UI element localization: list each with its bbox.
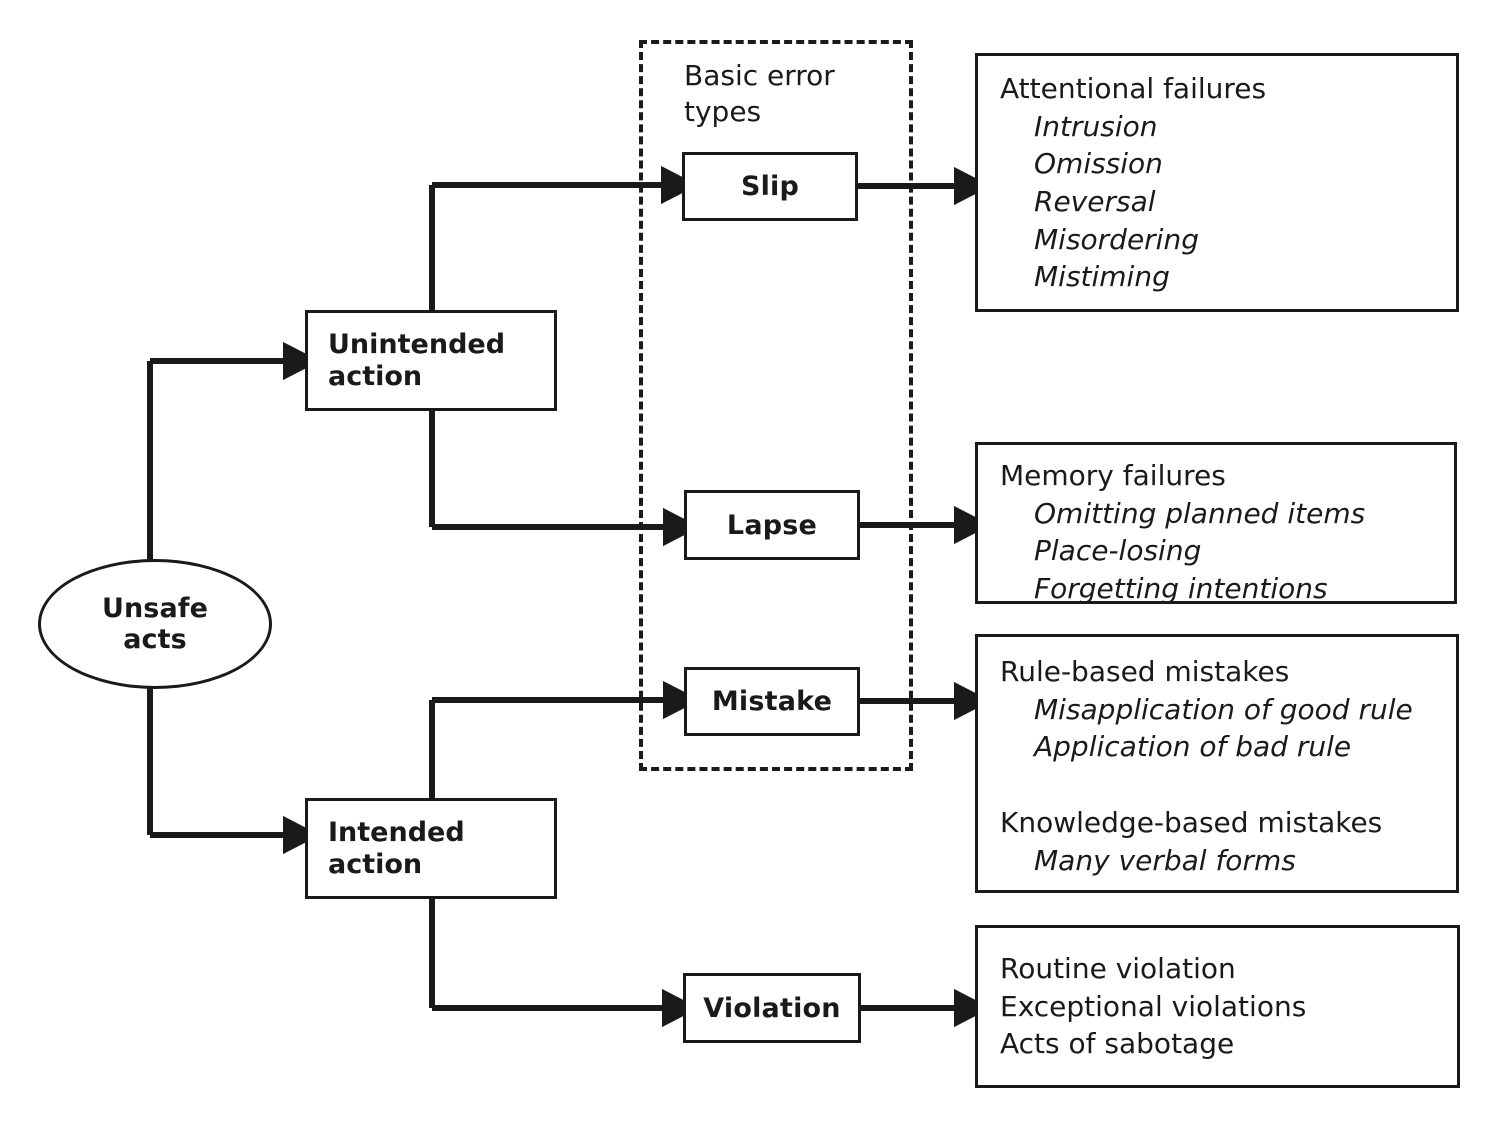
- node-intended-action-label: Intended action: [328, 816, 465, 880]
- panel-mistakes-item: Many verbal forms: [1034, 843, 1296, 877]
- node-mistake[interactable]: Mistake: [684, 667, 860, 736]
- node-unsafe-acts-label: Unsafe acts: [101, 592, 209, 655]
- panel-violations-line: Routine violation: [1000, 952, 1236, 985]
- panel-memory-heading: Memory failures: [1000, 459, 1226, 492]
- panel-attentional-item: Mistiming: [1034, 260, 1170, 294]
- panel-mistakes: Rule-based mistakes Misapplication of go…: [975, 634, 1459, 893]
- panel-violations: Routine violation Exceptional violations…: [975, 925, 1460, 1088]
- diagram-canvas: Basic error types Unsafe acts Unintended…: [0, 0, 1500, 1128]
- panel-mistakes-spacer: [1000, 766, 1440, 804]
- node-mistake-label: Mistake: [711, 686, 833, 717]
- panel-attentional-item: Omission: [1034, 147, 1163, 181]
- panel-mistakes-heading-knowledge-based: Knowledge-based mistakes: [1000, 805, 1383, 839]
- panel-mistakes-item: Application of bad rule: [1034, 730, 1352, 764]
- panel-mistakes-item: Misapplication of good rule: [1034, 692, 1413, 726]
- node-lapse-label: Lapse: [726, 509, 818, 541]
- panel-attentional-item: Intrusion: [1034, 109, 1158, 143]
- node-unintended-action[interactable]: Unintended action: [305, 310, 557, 411]
- node-intended-action[interactable]: Intended action: [305, 798, 557, 899]
- basic-error-types-group: [639, 40, 913, 771]
- panel-mistakes-heading-rule-based: Rule-based mistakes: [1000, 655, 1290, 688]
- panel-memory-item: Place-losing: [1034, 534, 1202, 568]
- panel-attentional-heading: Attentional failures: [1000, 72, 1267, 105]
- panel-violations-line: Acts of sabotage: [1000, 1027, 1235, 1061]
- panel-attentional-item: Misordering: [1034, 222, 1199, 256]
- node-unintended-action-label: Unintended action: [328, 328, 506, 392]
- panel-memory-item: Omitting planned items: [1034, 496, 1366, 530]
- node-lapse[interactable]: Lapse: [684, 490, 860, 560]
- node-slip-label: Slip: [740, 171, 800, 202]
- panel-memory-item: Forgetting intentions: [1034, 571, 1328, 605]
- panel-attentional-item: Reversal: [1034, 184, 1156, 218]
- node-violation-label: Violation: [703, 992, 841, 1024]
- panel-memory-failures: Memory failures Omitting planned items P…: [975, 442, 1457, 605]
- node-slip[interactable]: Slip: [682, 152, 858, 221]
- panel-attentional-failures: Attentional failures Intrusion Omission …: [975, 53, 1459, 312]
- node-violation[interactable]: Violation: [683, 973, 861, 1043]
- panel-violations-line: Exceptional violations: [1000, 989, 1307, 1023]
- basic-error-types-caption: Basic error types: [684, 59, 835, 129]
- node-unsafe-acts[interactable]: Unsafe acts: [38, 559, 272, 689]
